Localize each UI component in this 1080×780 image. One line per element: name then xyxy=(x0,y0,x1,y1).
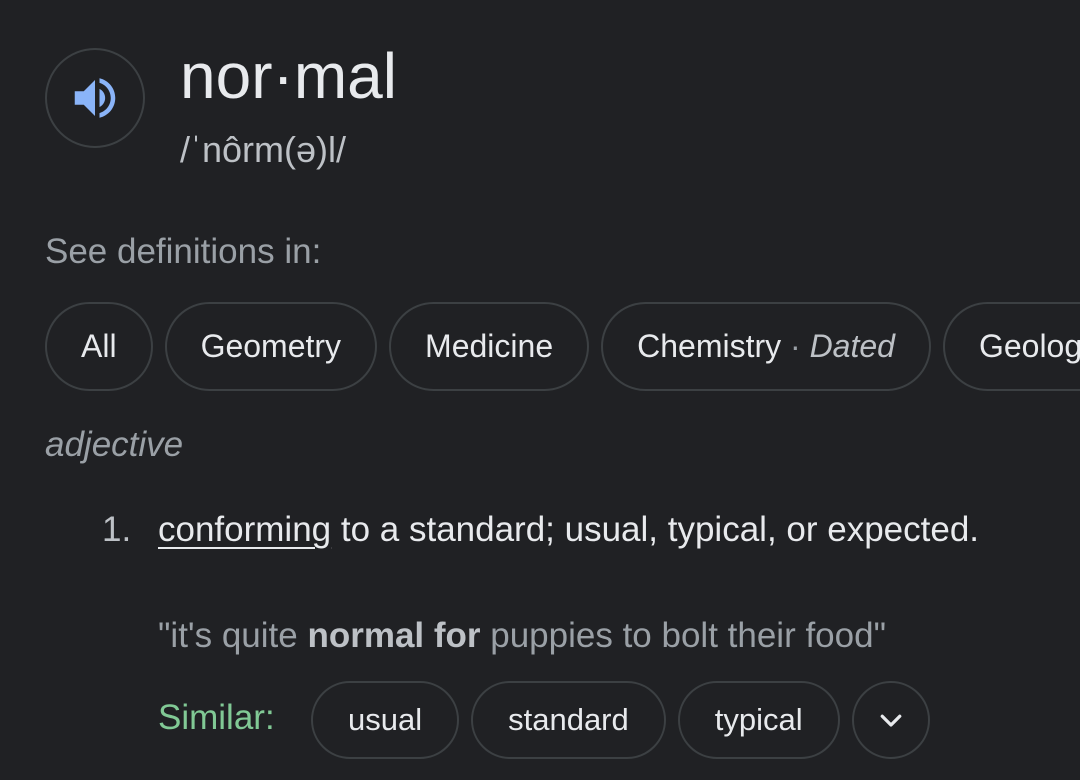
synonym-chip-typical[interactable]: typical xyxy=(677,681,840,759)
definition-text: conforming to a standard; usual, typical… xyxy=(158,502,1018,558)
synonym-chip-usual[interactable]: usual xyxy=(311,681,460,759)
volume-up-icon xyxy=(74,78,116,118)
chip-separator: · xyxy=(781,328,810,364)
headword: nor·mal xyxy=(180,40,397,112)
synonym-chip-standard[interactable]: standard xyxy=(471,681,666,759)
chip-label: Geometry xyxy=(200,328,342,364)
definition-link-word[interactable]: conforming xyxy=(158,510,331,549)
usage-example: "it's quite normal for puppies to bolt t… xyxy=(158,610,886,662)
similar-label: Similar: xyxy=(158,698,275,737)
definition-domain-chips: All Geometry Medicine Chemistry · Dated … xyxy=(45,302,1080,391)
example-open: "it's quite xyxy=(158,616,308,655)
example-highlight: normal for xyxy=(307,616,481,655)
expand-similar-button[interactable] xyxy=(851,681,930,759)
chip-note: Dated xyxy=(809,328,895,364)
see-definitions-label: See definitions in: xyxy=(45,232,322,271)
play-pronunciation-button[interactable] xyxy=(45,48,145,148)
chevron-down-icon xyxy=(880,714,901,727)
chip-geometry[interactable]: Geometry xyxy=(164,302,378,391)
chip-label: Medicine xyxy=(425,328,554,364)
chip-label: Geology xyxy=(978,328,1080,364)
example-close: puppies to bolt their food" xyxy=(480,616,887,655)
pronunciation: /ˈnôrm(ə)l/ xyxy=(180,129,347,170)
chip-label: Chemistry xyxy=(637,328,782,364)
similar-words: usual standard typical xyxy=(311,681,930,759)
chip-chemistry[interactable]: Chemistry · Dated xyxy=(601,302,931,391)
sense-number: 1. xyxy=(102,510,132,549)
definition-rest: to a standard; usual, typical, or expect… xyxy=(331,510,980,549)
chip-medicine[interactable]: Medicine xyxy=(389,302,590,391)
chip-geology[interactable]: Geology xyxy=(942,302,1080,391)
chip-all[interactable]: All xyxy=(45,302,153,391)
chip-label: All xyxy=(81,328,117,364)
part-of-speech: adjective xyxy=(45,425,184,464)
